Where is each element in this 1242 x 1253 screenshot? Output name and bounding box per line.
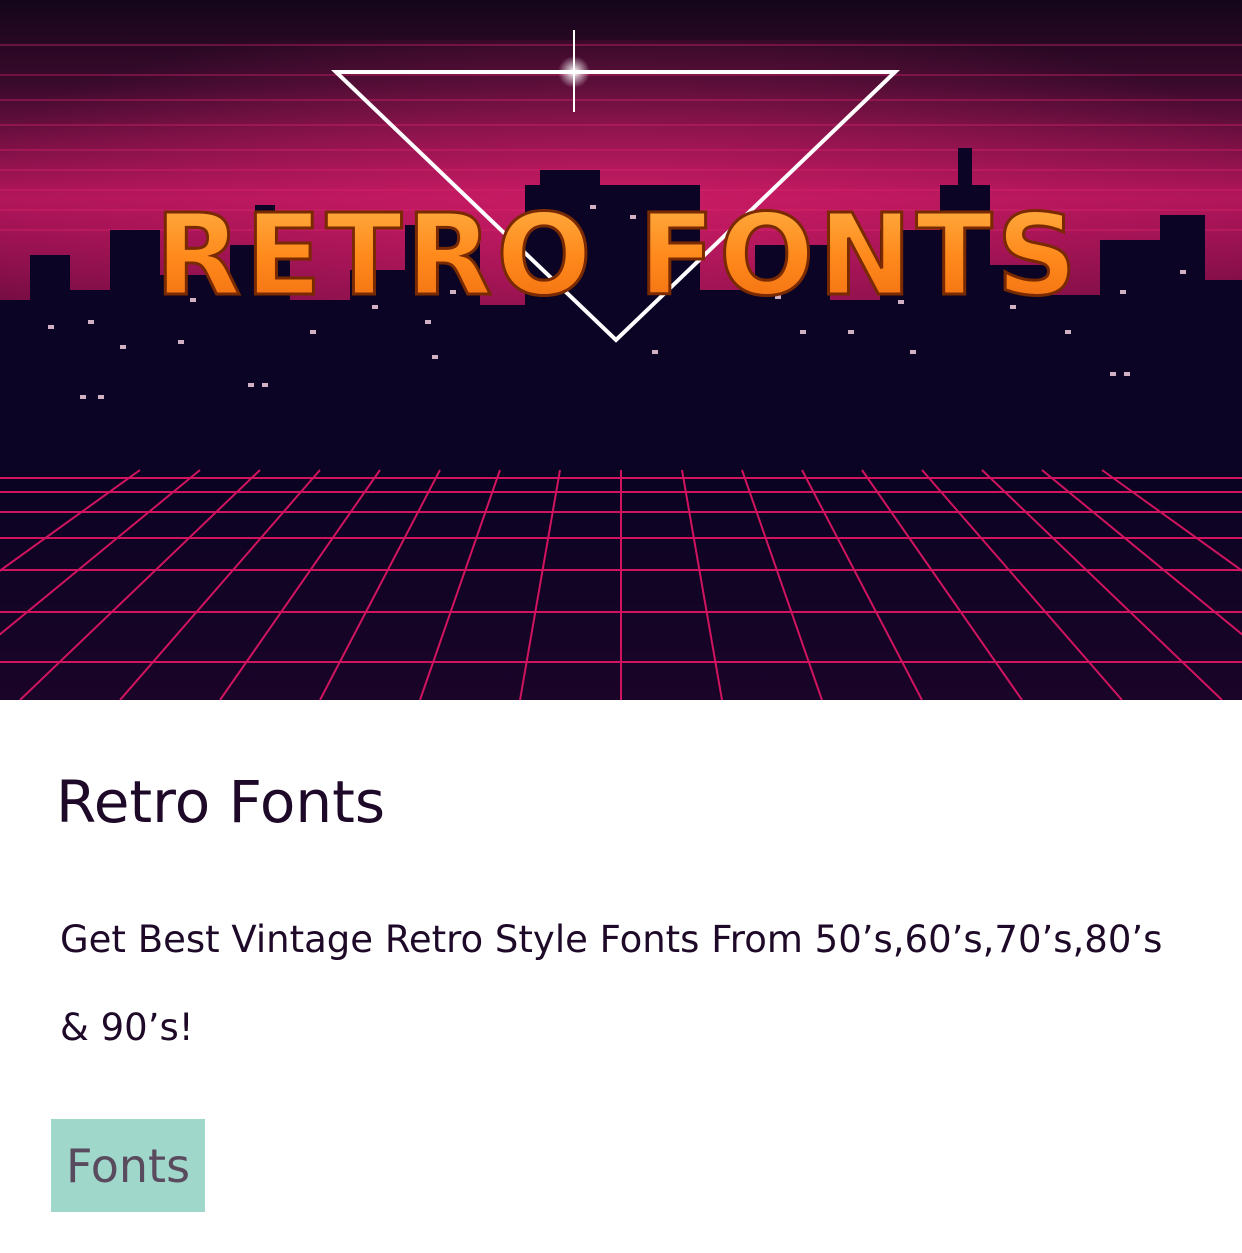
fonts-tag-link[interactable]: Fonts — [51, 1119, 205, 1212]
retro-city-illustration: RETRO FONTS — [0, 0, 1242, 700]
card-title[interactable]: Retro Fonts — [56, 762, 385, 842]
card-body: Retro Fonts Get Best Vintage Retro Style… — [0, 700, 1242, 1253]
card-description: Get Best Vintage Retro Style Fonts From … — [60, 918, 1163, 1049]
hero-banner-image[interactable]: RETRO FONTS — [0, 0, 1242, 700]
hero-title: RETRO FONTS — [155, 191, 1081, 321]
